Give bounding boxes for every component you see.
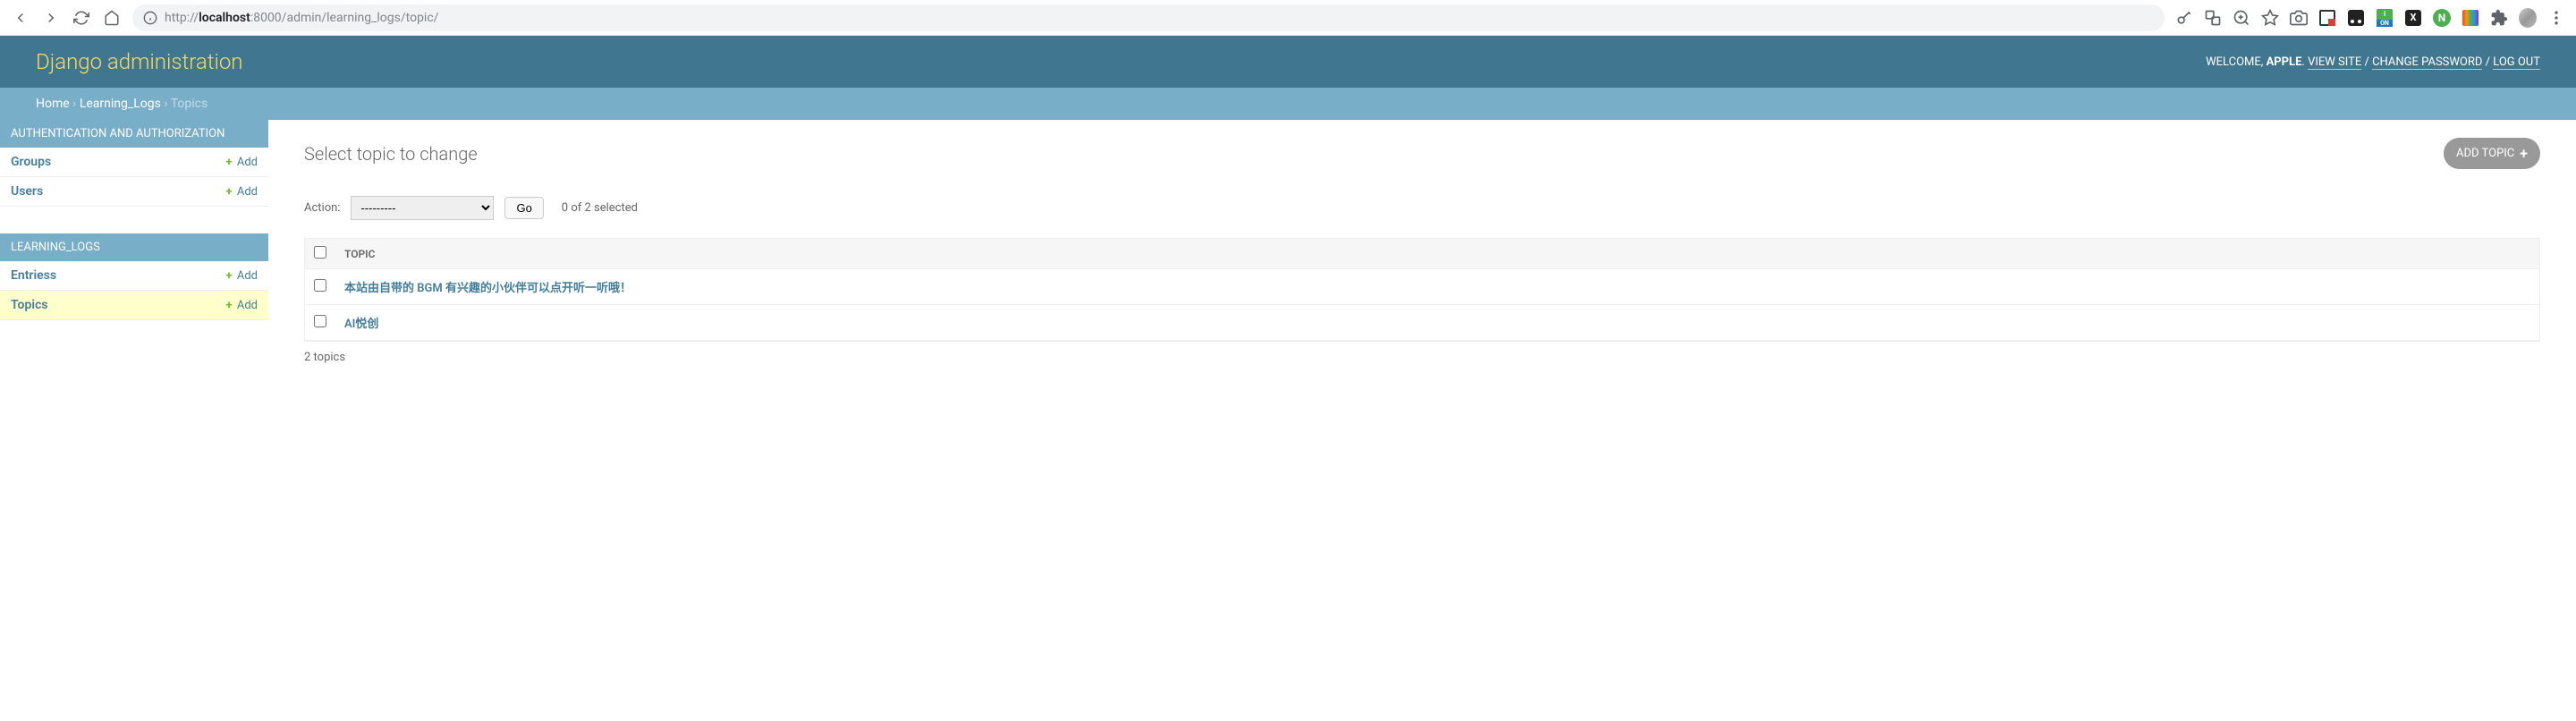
sidebar-item-topics: Topics + Add xyxy=(0,291,268,320)
arrow-right-icon xyxy=(43,10,59,26)
add-users-link[interactable]: + Add xyxy=(226,185,258,199)
actions-bar: Action: --------- Go 0 of 2 selected xyxy=(304,187,2540,229)
arrow-left-icon xyxy=(13,10,29,26)
action-select[interactable]: --------- xyxy=(351,196,494,220)
view-site-link[interactable]: VIEW SITE xyxy=(2308,55,2361,70)
back-button[interactable] xyxy=(7,4,34,31)
select-all-header xyxy=(305,239,335,269)
bookmark-star-icon[interactable] xyxy=(2261,9,2279,27)
sidebar-link-users[interactable]: Users xyxy=(11,184,43,199)
sidebar-link-groups[interactable]: Groups xyxy=(11,155,51,169)
module-auth: AUTHENTICATION AND AUTHORIZATION Groups … xyxy=(0,120,268,207)
plus-icon: + xyxy=(226,156,233,169)
add-groups-link[interactable]: + Add xyxy=(226,156,258,169)
topic-column-header[interactable]: TOPIC xyxy=(335,239,2539,269)
forward-button[interactable] xyxy=(38,4,64,31)
go-button[interactable]: Go xyxy=(504,197,543,219)
select-all-checkbox[interactable] xyxy=(314,246,326,259)
add-entries-link[interactable]: + Add xyxy=(226,269,258,283)
topic-link[interactable]: AI悦创 xyxy=(344,318,378,331)
table-row: AI悦创 xyxy=(305,305,2539,341)
content-header: Select topic to change ADD TOPIC + xyxy=(304,138,2540,169)
extension-black-icon[interactable] xyxy=(2347,9,2365,27)
action-label: Action: xyxy=(304,201,340,215)
sidebar-item-groups: Groups + Add xyxy=(0,148,268,177)
selection-count: 0 of 2 selected xyxy=(562,201,638,215)
breadcrumb-app[interactable]: Learning_Logs xyxy=(80,97,161,111)
plus-icon: + xyxy=(226,299,233,312)
content: Select topic to change ADD TOPIC + Actio… xyxy=(268,120,2576,391)
extension-red-icon[interactable] xyxy=(2318,9,2336,27)
topic-link[interactable]: 本站由自带的 BGM 有兴趣的小伙伴可以点开听一听哦！ xyxy=(344,282,631,295)
paginator: 2 topics xyxy=(304,342,2540,373)
module-learning-logs-title: LEARNING_LOGS xyxy=(0,233,268,261)
translate-icon[interactable] xyxy=(2204,9,2222,27)
url-text: http://localhost:8000/admin/learning_log… xyxy=(165,11,438,25)
sidebar-item-users: Users + Add xyxy=(0,177,268,207)
logout-link[interactable]: LOG OUT xyxy=(2493,55,2540,70)
sidebar-link-entries[interactable]: Entriess xyxy=(11,268,56,283)
main: AUTHENTICATION AND AUTHORIZATION Groups … xyxy=(0,120,2576,391)
profile-avatar[interactable] xyxy=(2519,9,2537,27)
row-checkbox[interactable] xyxy=(314,279,326,292)
zoom-icon[interactable] xyxy=(2233,9,2250,27)
breadcrumb-current: Topics xyxy=(171,97,208,111)
change-password-link[interactable]: CHANGE PASSWORD xyxy=(2372,55,2482,70)
extension-x-icon[interactable]: X xyxy=(2404,9,2422,27)
reload-icon xyxy=(73,10,89,26)
breadcrumb-home[interactable]: Home xyxy=(36,97,70,111)
extension-rainbow-icon[interactable] xyxy=(2462,9,2479,27)
add-topic-button[interactable]: ADD TOPIC + xyxy=(2444,138,2540,169)
page-title: Select topic to change xyxy=(304,143,478,165)
user-tools: WELCOME, APPLE. VIEW SITE / CHANGE PASSW… xyxy=(2206,55,2540,69)
sidebar-link-topics[interactable]: Topics xyxy=(11,298,47,312)
plus-icon: + xyxy=(226,185,233,199)
extension-green-icon[interactable]: iON xyxy=(2376,9,2394,27)
module-auth-title: AUTHENTICATION AND AUTHORIZATION xyxy=(0,120,268,148)
welcome-text: WELCOME, xyxy=(2206,55,2266,69)
sidebar-item-entries: Entriess + Add xyxy=(0,261,268,291)
row-checkbox[interactable] xyxy=(314,315,326,327)
key-icon[interactable] xyxy=(2175,9,2193,27)
results-table: TOPIC 本站由自带的 BGM 有兴趣的小伙伴可以点开听一听哦！ AI悦创 xyxy=(304,238,2540,342)
home-icon xyxy=(104,10,120,26)
extensions-menu-icon[interactable] xyxy=(2490,9,2508,27)
breadcrumbs: Home › Learning_Logs › Topics xyxy=(0,88,2576,120)
reload-button[interactable] xyxy=(68,4,95,31)
home-button[interactable] xyxy=(98,4,125,31)
module-learning-logs: LEARNING_LOGS Entriess + Add Topics + Ad… xyxy=(0,233,268,320)
username: APPLE xyxy=(2267,55,2302,69)
more-menu-icon[interactable] xyxy=(2547,9,2565,27)
plus-icon: + xyxy=(226,269,233,283)
branding: Django administration xyxy=(36,49,243,74)
add-topic-label: ADD TOPIC xyxy=(2456,147,2514,160)
add-topics-link[interactable]: + Add xyxy=(226,299,258,312)
browser-chrome: http://localhost:8000/admin/learning_log… xyxy=(0,0,2576,36)
table-row: 本站由自带的 BGM 有兴趣的小伙伴可以点开听一听哦！ xyxy=(305,269,2539,305)
plus-icon: + xyxy=(2520,145,2528,162)
sidebar: AUTHENTICATION AND AUTHORIZATION Groups … xyxy=(0,120,268,391)
django-header: Django administration WELCOME, APPLE. VI… xyxy=(0,36,2576,88)
info-icon xyxy=(143,11,157,25)
extension-nginx-icon[interactable]: N xyxy=(2433,9,2451,27)
camera-icon[interactable] xyxy=(2290,9,2308,27)
extension-icons: iON X N xyxy=(2172,9,2569,27)
url-bar[interactable]: http://localhost:8000/admin/learning_log… xyxy=(132,4,2165,31)
